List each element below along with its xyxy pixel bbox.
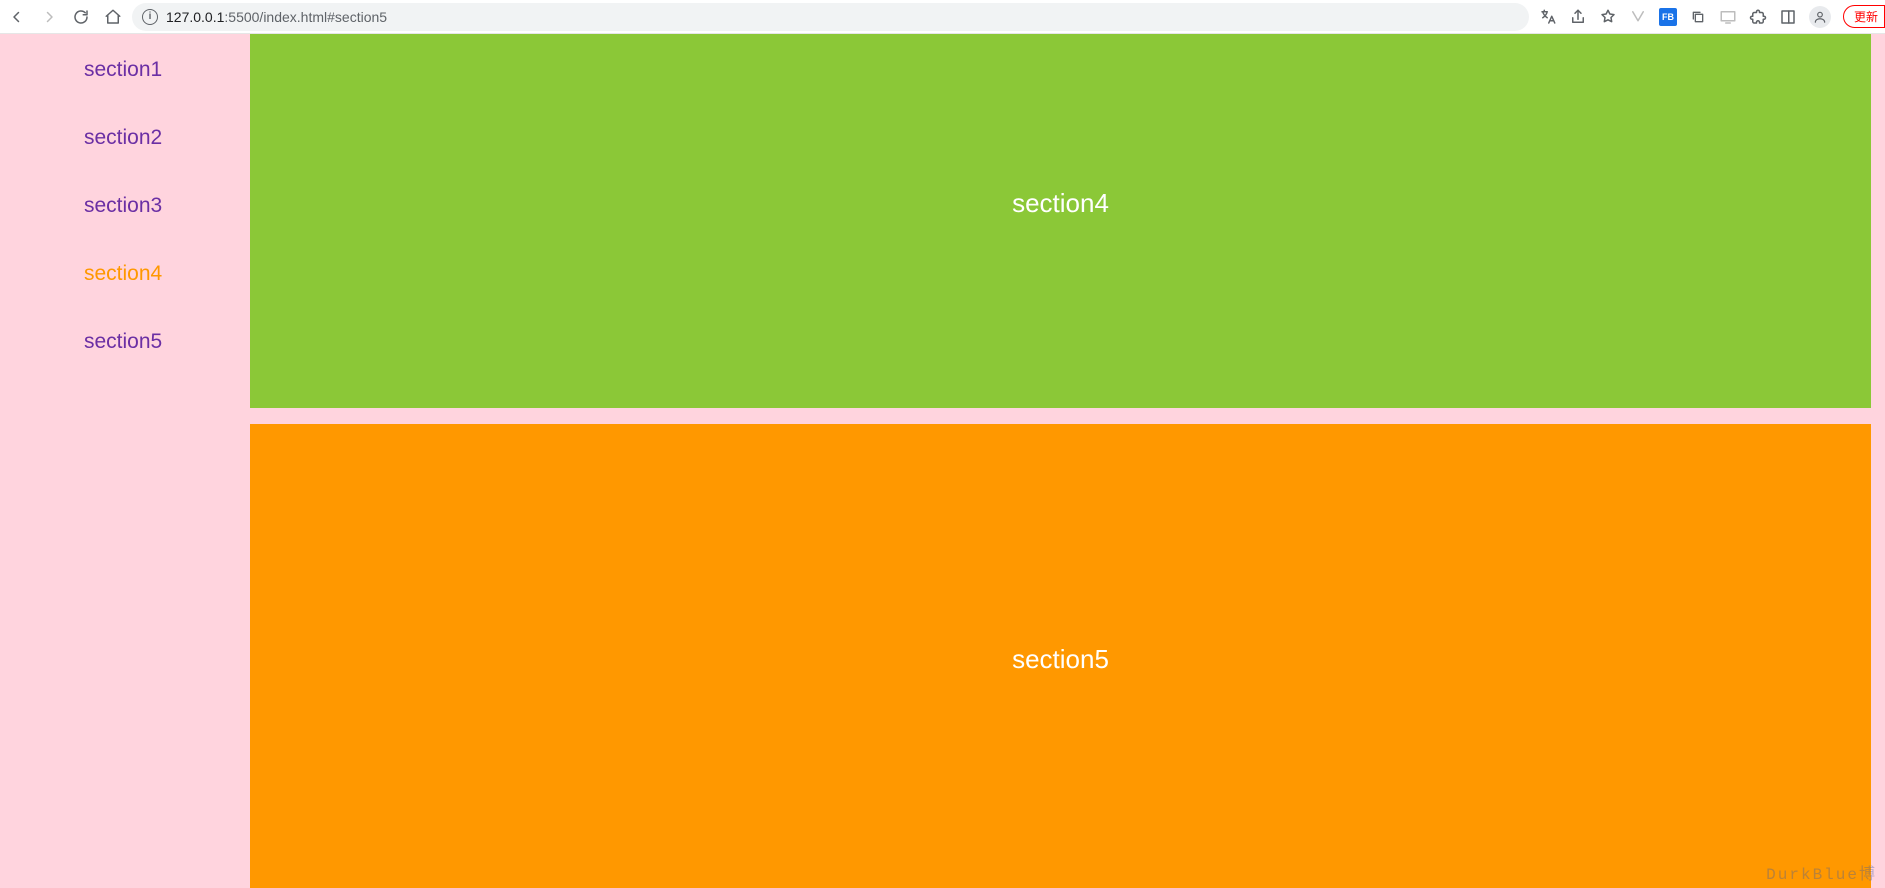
person-icon — [1813, 10, 1827, 24]
extension-v-icon[interactable] — [1629, 8, 1647, 26]
sidebar-link-section2[interactable]: section2 — [84, 126, 250, 150]
extension-copy-icon[interactable] — [1689, 8, 1707, 26]
sidebar-link-section5[interactable]: section5 — [84, 330, 250, 354]
browser-toolbar: i 127.0.0.1:5500/index.html#section5 FB — [0, 0, 1885, 34]
panel-toggle-icon[interactable] — [1779, 8, 1797, 26]
extension-device-icon[interactable] — [1719, 8, 1737, 26]
address-bar[interactable]: i 127.0.0.1:5500/index.html#section5 — [132, 3, 1529, 31]
sidebar-link-section3[interactable]: section3 — [84, 194, 250, 218]
section5-heading: section5 — [1012, 644, 1109, 675]
bookmark-star-icon[interactable] — [1599, 8, 1617, 26]
extension-fb-icon[interactable]: FB — [1659, 8, 1677, 26]
forward-button[interactable] — [40, 8, 58, 26]
home-icon — [104, 8, 122, 26]
section4-panel: section4 — [250, 34, 1871, 408]
update-button[interactable]: 更新 — [1843, 5, 1885, 28]
sidebar-link-section1[interactable]: section1 — [84, 58, 250, 82]
arrow-left-icon — [8, 8, 26, 26]
home-button[interactable] — [104, 8, 122, 26]
translate-icon[interactable] — [1539, 8, 1557, 26]
section4-heading: section4 — [1012, 188, 1109, 219]
page-viewport: section1 section2 section3 section4 sect… — [0, 34, 1885, 888]
url-path: :5500/index.html#section5 — [224, 9, 387, 25]
url-host: 127.0.0.1 — [166, 9, 224, 25]
reload-icon — [72, 8, 90, 26]
content-scroll-area[interactable]: section4 section5 — [250, 34, 1871, 888]
section5-panel: section5 — [250, 424, 1871, 888]
toolbar-right-group: FB 更新 — [1539, 5, 1877, 28]
arrow-right-icon — [40, 8, 58, 26]
extensions-puzzle-icon[interactable] — [1749, 8, 1767, 26]
sidebar-link-section4[interactable]: section4 — [84, 262, 250, 286]
nav-button-group — [8, 8, 122, 26]
site-info-icon[interactable]: i — [142, 9, 158, 25]
profile-avatar[interactable] — [1809, 6, 1831, 28]
url-text: 127.0.0.1:5500/index.html#section5 — [166, 9, 387, 25]
reload-button[interactable] — [72, 8, 90, 26]
share-icon[interactable] — [1569, 8, 1587, 26]
back-button[interactable] — [8, 8, 26, 26]
sidebar-nav: section1 section2 section3 section4 sect… — [0, 34, 250, 888]
